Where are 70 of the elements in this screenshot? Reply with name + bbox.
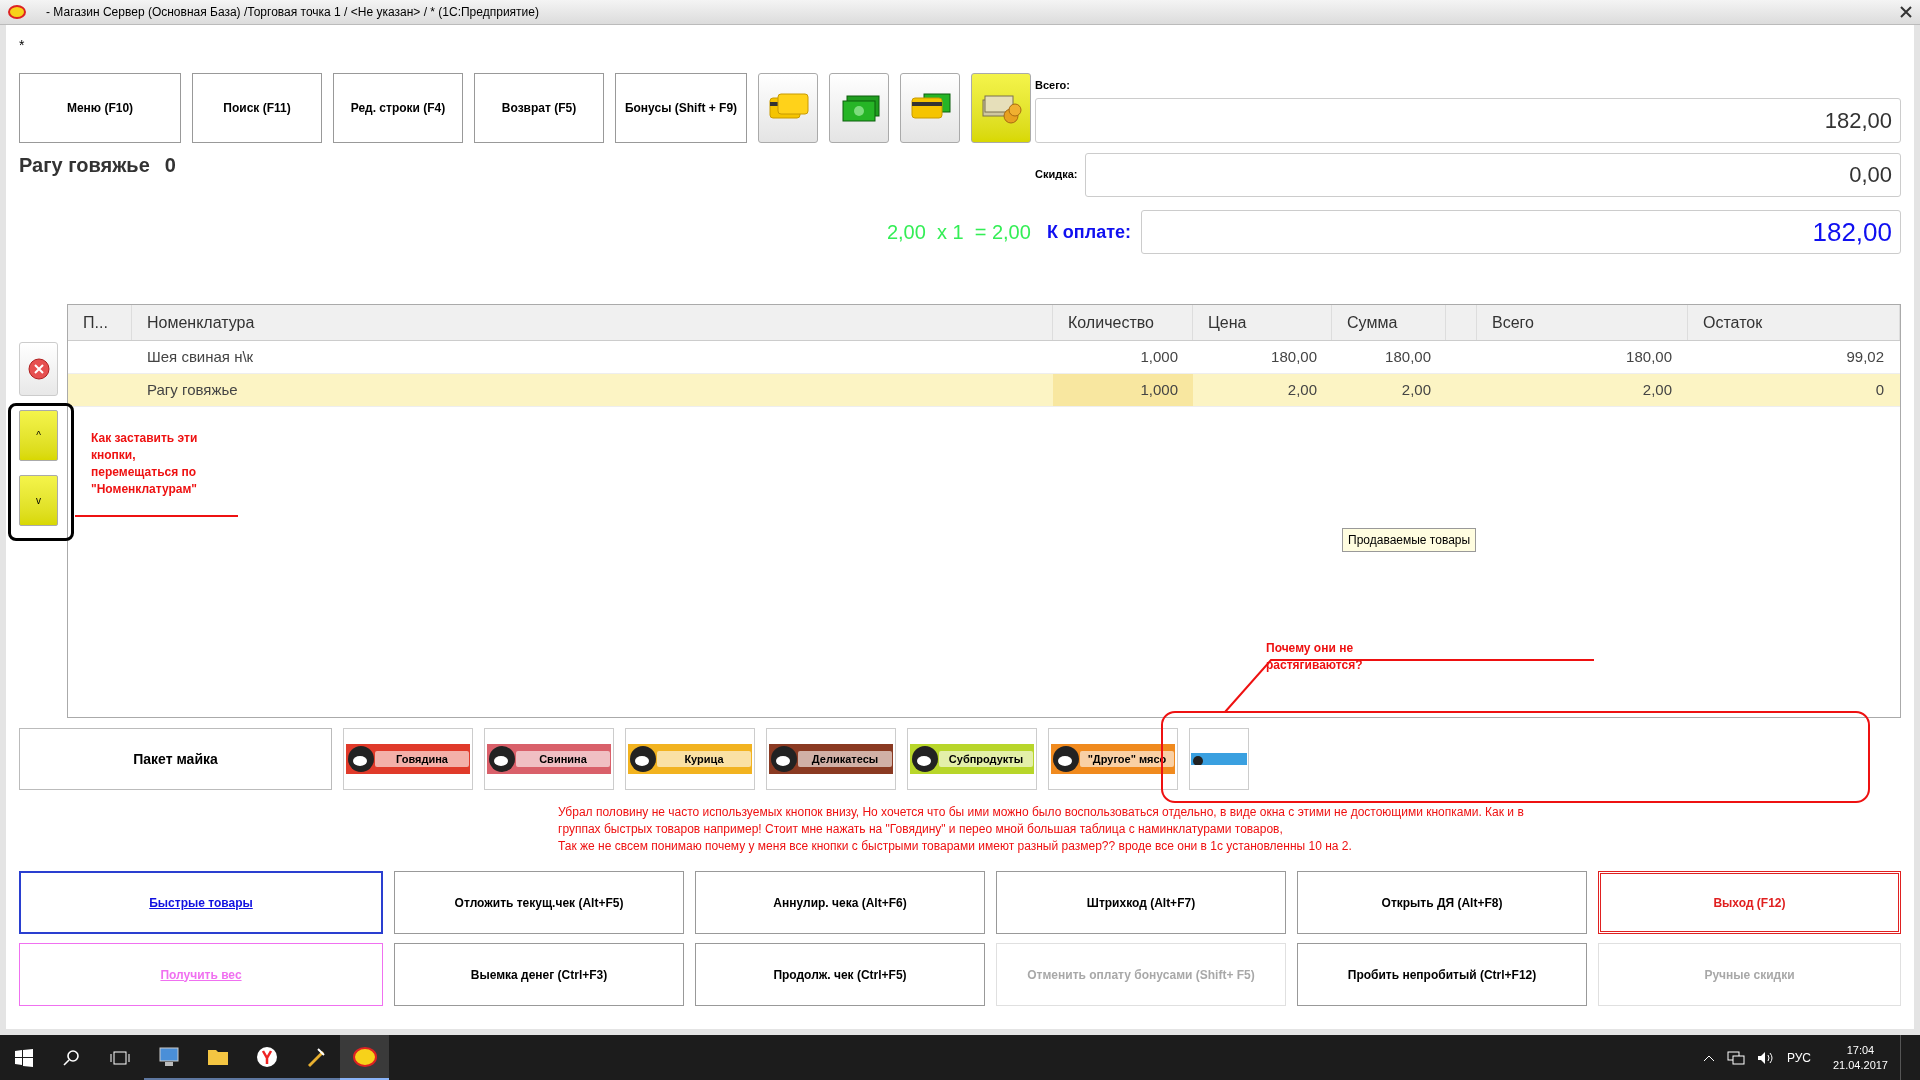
table-cell-text: 0 — [1874, 379, 1885, 400]
column-header[interactable]: Сумма — [1332, 305, 1446, 340]
table-cell-text: 2,00 — [1641, 379, 1673, 400]
table-cell-text: 99,02 — [1845, 346, 1885, 367]
quick-goods-button[interactable]: Курица — [625, 728, 755, 790]
action-button[interactable]: Выход (F12) — [1598, 871, 1901, 934]
window-title: - Магазин Сервер (Основная База) /Торговая точка 1 / <Не указан> / * (1С:Предприятие) — [46, 4, 540, 21]
clock[interactable]: 17:04 21.04.2017 — [1832, 1042, 1888, 1073]
discount-label: Скидка: — [1035, 167, 1079, 183]
table-cell-text: 180,00 — [1384, 346, 1432, 367]
quick-goods-button[interactable]: Субпродукты — [907, 728, 1037, 790]
action-button[interactable]: Открыть ДЯ (Alt+F8) — [1297, 871, 1587, 934]
table-cell-text: 2,00 — [1400, 379, 1432, 400]
pay-label: К оплате: — [1046, 220, 1131, 244]
table-cell-text: 180,00 — [1270, 346, 1318, 367]
table-cell-text: Рагу говяжье — [146, 379, 239, 400]
quick-goods-button[interactable]: Деликатесы — [766, 728, 896, 790]
current-item-name: Рагу говяжье — [19, 152, 150, 178]
table-cell: 1,000 — [1053, 374, 1193, 406]
package-button[interactable]: Пакет майка — [19, 728, 332, 790]
action-button[interactable]: Штрихкод (Alt+F7) — [996, 871, 1286, 934]
quick-goods-button[interactable]: Говядина — [343, 728, 473, 790]
column-header[interactable]: Всего — [1477, 305, 1688, 340]
table-cell-text: 180,00 — [1625, 346, 1673, 367]
toolbar-button[interactable]: Меню (F10) — [19, 73, 181, 143]
action-button[interactable]: Аннулир. чека (Alt+F6) — [695, 871, 985, 934]
annotation-text: "Номенклатурам" — [91, 481, 198, 498]
toolbar-button[interactable]: Возврат (F5) — [474, 73, 604, 143]
modified-mark: * — [19, 37, 25, 53]
quick-goods-label: Свинина — [516, 750, 610, 768]
column-header[interactable]: Цена — [1193, 305, 1332, 340]
annotation-text: перемещаться по — [91, 464, 198, 481]
quick-goods-label: Курица — [657, 750, 751, 768]
action-button[interactable]: Продолж. чек (Ctrl+F5) — [695, 943, 985, 1006]
annotation-text: Как заставить эти — [91, 430, 198, 447]
total-field: 182,00 — [1035, 98, 1901, 143]
quick-goods-label: Деликатесы — [798, 750, 892, 768]
total-label: Всего: — [1035, 78, 1071, 93]
tooltip: Продаваемые товары — [1342, 528, 1477, 552]
language-indicator[interactable]: РУС — [1786, 1048, 1811, 1067]
table-cell-text: Шея свиная н\к — [146, 346, 255, 367]
current-item-stock: 0 — [164, 152, 176, 178]
move-down-button[interactable]: v — [19, 475, 58, 526]
action-button[interactable]: Быстрые товары — [19, 871, 383, 934]
annotation-text: группах быстрых товаров например! Стоит мне нажать на "Говядину" и перео мной большая таблица с наминклатурами товаров, — [558, 821, 1284, 838]
action-button[interactable]: Выемка денег (Ctrl+F3) — [394, 943, 684, 1006]
annotation-text: растягиваются? — [1266, 657, 1363, 674]
quick-goods-label: Субпродукты — [939, 750, 1033, 768]
column-header[interactable]: Количество — [1053, 305, 1193, 340]
table-row[interactable]: Рагу говяжье 1,000 2,00 2,00 2,00 0 — [68, 374, 1900, 407]
price-formula: 2,00 x 1 = 2,00 — [886, 220, 1031, 245]
column-header[interactable]: Остаток — [1688, 305, 1900, 340]
column-header[interactable]: П... — [68, 305, 132, 340]
quick-goods-button[interactable]: Свинина — [484, 728, 614, 790]
annotation-text: Убрал половину не часто используемых кнопок внизу, Но хочется что бы ими можно было воспользоваться отдельно, в виде окна с этими не достоющими кнопками. Как и в — [558, 804, 1525, 821]
action-button[interactable]: Пробить непробитый (Ctrl+F12) — [1297, 943, 1587, 1006]
move-up-button[interactable]: ^ — [19, 410, 58, 461]
quick-goods-label: Говядина — [375, 750, 469, 768]
toolbar-button[interactable]: Ред. строки (F4) — [333, 73, 463, 143]
table-cell-text: 1,000 — [1139, 346, 1179, 367]
annotation-text: Так же не свсем понимаю почему у меня все кнопки с быстрыми товарами имеют разный размер?? вроде все они в 1с установленны 10 на 2. — [558, 838, 1353, 855]
discount-field: 0,00 — [1085, 152, 1901, 197]
pay-field: 182,00 — [1141, 210, 1901, 254]
toolbar-button[interactable]: Поиск (F11) — [192, 73, 322, 143]
toolbar-button[interactable]: Бонусы (Shift + F9) — [615, 73, 747, 143]
table-cell-text: 2,00 — [1286, 379, 1318, 400]
annotation-text: Почему они не — [1266, 640, 1355, 657]
annotation-text: кнопки, — [91, 447, 137, 464]
action-button[interactable]: Отложить текущ.чек (Alt+F5) — [394, 871, 684, 934]
column-header[interactable]: Номенклатура — [132, 305, 1053, 340]
